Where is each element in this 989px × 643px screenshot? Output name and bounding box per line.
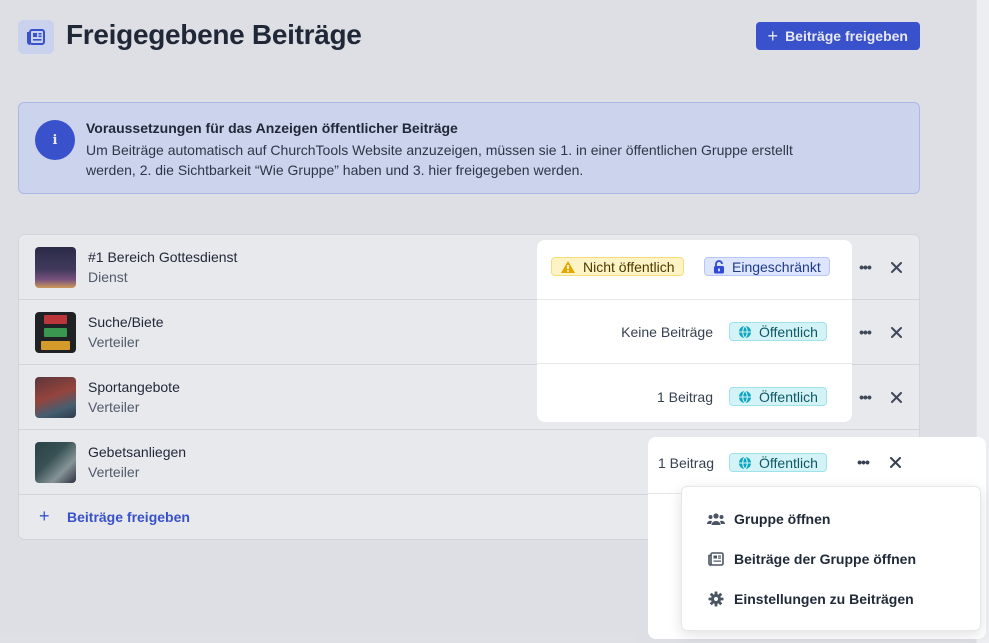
menu-item-label: Beiträge der Gruppe öffnen: [734, 551, 917, 567]
remove-button[interactable]: [886, 322, 906, 342]
unlock-icon: [714, 259, 724, 273]
share-posts-button[interactable]: + Beiträge freigeben: [755, 22, 920, 50]
page-title: Freigegebene Beiträge: [66, 19, 362, 50]
remove-button[interactable]: [886, 387, 906, 407]
users-icon: [706, 509, 726, 529]
globe-icon: [739, 456, 751, 470]
info-text: Um Beiträge automatisch auf ChurchTools …: [86, 140, 826, 180]
badge-label: Öffentlich: [759, 323, 818, 340]
group-image: [35, 442, 76, 483]
divider: [648, 493, 682, 494]
close-icon: [890, 391, 902, 403]
plus-icon: +: [767, 26, 779, 46]
group-type: Dienst: [88, 269, 128, 285]
menu-item-open-group-posts[interactable]: Beiträge der Gruppe öffnen: [682, 539, 980, 579]
divider: [537, 363, 852, 364]
visibility-badge-public: Öffentlich: [729, 387, 827, 406]
menu-item-open-group[interactable]: Gruppe öffnen: [682, 499, 980, 539]
status-badge-not-public: Nicht öffentlich: [551, 257, 684, 276]
actions-dropdown-menu: Gruppe öffnen Beiträge der Gruppe öffnen…: [681, 486, 981, 631]
visibility-badge-public: Öffentlich: [729, 322, 827, 341]
status-highlight: Nicht öffentlich Eingeschränkt Keine Bei…: [537, 240, 852, 422]
warning-icon: [561, 260, 575, 273]
group-image: [35, 312, 76, 353]
group-name: Suche/Biete: [88, 314, 164, 330]
remove-button[interactable]: [886, 257, 906, 277]
info-line: werden, 2. die Sichtbarkeit “Wie Gruppe”…: [86, 162, 584, 178]
more-actions-button[interactable]: •••: [855, 387, 875, 407]
share-posts-link[interactable]: Beiträge freigeben: [67, 509, 190, 525]
group-type: Verteiler: [88, 399, 140, 415]
share-posts-button-label: Beiträge freigeben: [785, 28, 908, 44]
globe-icon: [739, 390, 751, 404]
page-header: Freigegebene Beiträge + Beiträge freigeb…: [18, 18, 920, 56]
info-title: Voraussetzungen für das Anzeigen öffentl…: [86, 120, 458, 136]
badge-label: Eingeschränkt: [732, 258, 821, 275]
post-count: Keine Beiträge: [621, 324, 713, 340]
more-actions-button[interactable]: •••: [855, 322, 875, 342]
post-count: 1 Beitrag: [656, 389, 713, 405]
divider: [537, 299, 852, 300]
close-icon: [890, 261, 902, 273]
info-icon: i: [35, 120, 75, 160]
group-name: Gebetsanliegen: [88, 444, 187, 460]
gear-icon: [706, 589, 726, 609]
group-image: [35, 377, 76, 418]
info-line: Um Beiträge automatisch auf ChurchTools …: [86, 142, 793, 158]
badge-label: Öffentlich: [759, 454, 818, 471]
visibility-badge-restricted: Eingeschränkt: [704, 257, 830, 276]
group-image: [35, 247, 76, 288]
post-count: 1 Beitrag: [658, 455, 715, 471]
info-alert: i Voraussetzungen für das Anzeigen öffen…: [18, 102, 920, 194]
more-actions-button[interactable]: •••: [855, 257, 875, 277]
newspaper-icon: [706, 549, 726, 569]
group-type: Verteiler: [88, 464, 140, 480]
badge-label: Öffentlich: [759, 388, 818, 405]
group-name: #1 Bereich Gottesdienst: [88, 249, 238, 265]
badge-label: Nicht öffentlich: [583, 258, 675, 275]
group-type: Verteiler: [88, 334, 140, 350]
globe-icon: [739, 325, 751, 339]
visibility-badge-public: Öffentlich: [729, 453, 827, 472]
plus-icon: +: [39, 506, 50, 526]
menu-item-post-settings[interactable]: Einstellungen zu Beiträgen: [682, 579, 980, 619]
newspaper-icon: [18, 20, 54, 54]
more-actions-button[interactable]: •••: [853, 452, 873, 472]
menu-item-label: Gruppe öffnen: [734, 511, 831, 527]
close-icon: [889, 456, 901, 468]
remove-button[interactable]: [885, 452, 905, 472]
close-icon: [890, 326, 902, 338]
menu-item-label: Einstellungen zu Beiträgen: [734, 591, 914, 607]
group-name: Sportangebote: [88, 379, 180, 395]
